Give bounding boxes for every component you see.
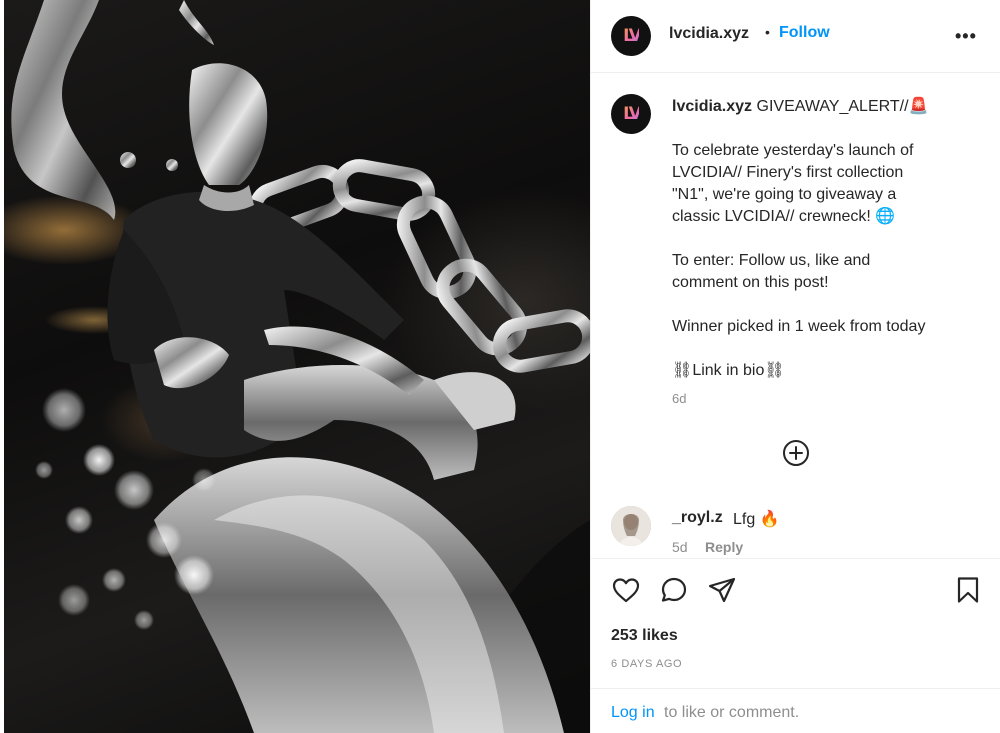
- commenter-username[interactable]: _royl.z: [672, 509, 723, 527]
- caption-line: Winner picked in 1 week from today: [672, 318, 926, 335]
- caption-line: ⛓Link in bio⛓: [672, 362, 785, 379]
- comment-text: Lfg 🔥: [733, 511, 780, 528]
- caption-text: lvcidia.xyz GIVEAWAY_ALERT//🚨 To celebra…: [672, 96, 992, 382]
- caption-section: LV lvcidia.xyz GIVEAWAY_ALERT//🚨 To cele…: [591, 74, 1000, 558]
- login-link[interactable]: Log in: [611, 704, 655, 722]
- login-prompt: Log in to like or comment.: [591, 688, 1000, 733]
- avatar-logo: LV: [623, 104, 642, 124]
- post-actions: 253 likes 6 DAYS AGO: [591, 558, 1000, 688]
- bookmark-icon[interactable]: [953, 575, 983, 605]
- load-more-comments-icon[interactable]: [781, 438, 811, 468]
- comment-item: _royl.z Lfg 🔥 5d Reply: [591, 500, 1000, 558]
- reply-button[interactable]: Reply: [705, 539, 743, 555]
- post-header: LV lvcidia.xyz • Follow •••: [591, 0, 1000, 73]
- commenter-photo: [611, 506, 651, 546]
- commenter-avatar[interactable]: [611, 506, 651, 546]
- caption-line: To celebrate yesterday's launch of: [672, 142, 914, 159]
- post-details-panel: LV lvcidia.xyz • Follow ••• LV lvcidia.x…: [590, 0, 1000, 733]
- caption-line: classic LVCIDIA// crewneck! 🌐: [672, 208, 896, 225]
- profile-avatar[interactable]: LV: [611, 16, 651, 56]
- share-icon[interactable]: [707, 575, 737, 605]
- caption-line: LVCIDIA// Finery's first collection: [672, 164, 904, 181]
- caption-avatar[interactable]: LV: [611, 94, 651, 134]
- heart-icon[interactable]: [611, 575, 641, 605]
- comment-timestamp[interactable]: 5d: [672, 539, 688, 555]
- post-image[interactable]: [4, 0, 590, 733]
- caption-line: "N1", we're going to giveaway a: [672, 186, 897, 203]
- caption-first-line: GIVEAWAY_ALERT//🚨: [756, 98, 929, 115]
- likes-count[interactable]: 253 likes: [611, 627, 678, 645]
- post-artwork: [11, 0, 590, 733]
- comment-icon[interactable]: [659, 575, 689, 605]
- post-date[interactable]: 6 DAYS AGO: [611, 658, 682, 670]
- caption-username[interactable]: lvcidia.xyz: [672, 98, 752, 115]
- avatar-logo: LV: [623, 26, 642, 46]
- separator-dot: •: [765, 24, 770, 40]
- follow-button[interactable]: Follow: [779, 24, 830, 42]
- caption-line: To enter: Follow us, like and: [672, 252, 871, 269]
- caption-line: comment on this post!: [672, 274, 829, 291]
- profile-username[interactable]: lvcidia.xyz: [669, 25, 749, 43]
- more-options-icon[interactable]: •••: [955, 26, 977, 47]
- caption-timestamp[interactable]: 6d: [672, 391, 686, 406]
- login-prompt-text: to like or comment.: [664, 704, 800, 721]
